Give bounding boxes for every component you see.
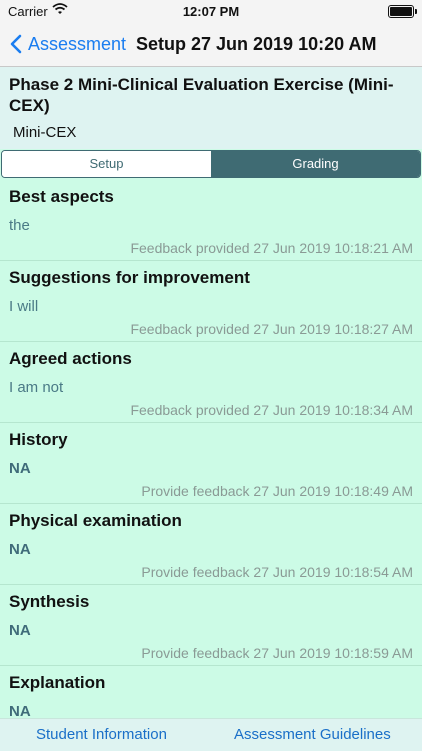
item-title: Explanation xyxy=(9,673,106,692)
item-title: Synthesis xyxy=(9,592,90,611)
item-value: NA xyxy=(9,541,31,558)
assessment-header: Phase 2 Mini-Clinical Evaluation Exercis… xyxy=(0,67,422,149)
navigation-bar: Assessment Setup 27 Jun 2019 10:20 AM xyxy=(0,22,422,67)
back-button-label: Assessment xyxy=(28,33,127,54)
item-meta: Provide feedback 27 Jun 2019 10:18:54 AM xyxy=(141,564,413,580)
item-meta: Feedback provided 27 Jun 2019 10:18:34 A… xyxy=(130,402,413,418)
tab-setup[interactable]: Setup xyxy=(2,151,211,177)
item-value: NA xyxy=(9,622,31,639)
battery-icon xyxy=(388,5,417,18)
item-title: Best aspects xyxy=(9,187,114,206)
grading-list[interactable]: Best aspects the Feedback provided 27 Ju… xyxy=(0,180,422,718)
list-item[interactable]: Synthesis NA Provide feedback 27 Jun 201… xyxy=(0,585,422,666)
segmented-control: Setup Grading xyxy=(1,150,421,178)
item-value: I will xyxy=(9,298,39,315)
student-information-button[interactable]: Student Information xyxy=(36,726,167,743)
item-value: NA xyxy=(9,460,31,477)
list-item[interactable]: Physical examination NA Provide feedback… xyxy=(0,504,422,585)
list-item[interactable]: History NA Provide feedback 27 Jun 2019 … xyxy=(0,423,422,504)
list-item[interactable]: Explanation NA xyxy=(0,666,422,718)
list-item[interactable]: Best aspects the Feedback provided 27 Ju… xyxy=(0,180,422,261)
assessment-title: Phase 2 Mini-Clinical Evaluation Exercis… xyxy=(9,75,394,115)
back-button[interactable]: Assessment xyxy=(10,30,126,58)
assessment-subtitle: Mini-CEX xyxy=(13,124,77,141)
item-meta: Provide feedback 27 Jun 2019 10:18:59 AM xyxy=(141,645,413,661)
list-item[interactable]: Agreed actions I am not Feedback provide… xyxy=(0,342,422,423)
item-title: Physical examination xyxy=(9,511,182,530)
list-item[interactable]: Suggestions for improvement I will Feedb… xyxy=(0,261,422,342)
item-value: the xyxy=(9,217,30,234)
item-title: Suggestions for improvement xyxy=(9,268,250,287)
status-time: 12:07 PM xyxy=(182,4,240,19)
page-title: Setup 27 Jun 2019 10:20 AM xyxy=(136,34,377,54)
item-meta: Feedback provided 27 Jun 2019 10:18:21 A… xyxy=(130,240,413,256)
item-value: I am not xyxy=(9,379,64,396)
chevron-left-icon xyxy=(10,34,22,54)
bottom-toolbar: Student Information Assessment Guideline… xyxy=(0,718,422,751)
item-value: NA xyxy=(9,703,31,718)
assessment-guidelines-button[interactable]: Assessment Guidelines xyxy=(234,726,391,743)
item-title: History xyxy=(9,430,68,449)
item-title: Agreed actions xyxy=(9,349,132,368)
status-bar: Carrier 12:07 PM xyxy=(0,0,422,22)
item-meta: Feedback provided 27 Jun 2019 10:18:27 A… xyxy=(130,321,413,337)
tab-grading[interactable]: Grading xyxy=(211,151,420,177)
item-meta: Provide feedback 27 Jun 2019 10:18:49 AM xyxy=(141,483,413,499)
